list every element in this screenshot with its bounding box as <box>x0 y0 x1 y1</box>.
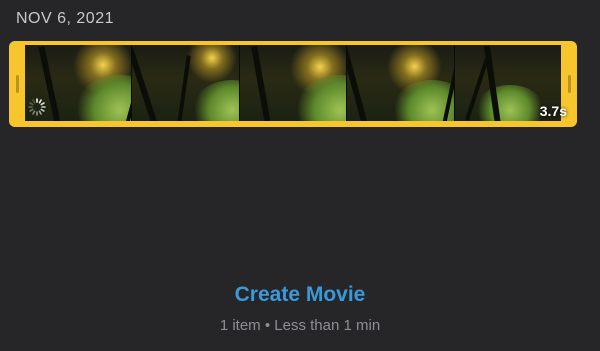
movie-length: Less than 1 min <box>274 317 381 334</box>
clip-thumbnail <box>347 45 455 121</box>
video-clip[interactable]: 3.7s <box>9 41 577 127</box>
clip-filmstrip <box>25 45 561 121</box>
clip-trim-handle-right[interactable] <box>561 41 577 127</box>
create-movie-button[interactable]: Create Movie <box>0 283 600 307</box>
grip-icon <box>567 75 571 93</box>
date-header: NOV 6, 2021 <box>16 10 114 27</box>
activity-spinner-icon <box>28 98 46 116</box>
item-count: 1 item <box>219 317 261 334</box>
clip-thumbnail <box>132 45 240 121</box>
separator-dot: • <box>264 317 271 334</box>
clip-thumbnail <box>239 45 348 121</box>
grip-icon <box>15 75 19 93</box>
clip-summary: 1 item • Less than 1 min <box>0 317 600 334</box>
clip-trim-handle-left[interactable] <box>9 41 25 127</box>
